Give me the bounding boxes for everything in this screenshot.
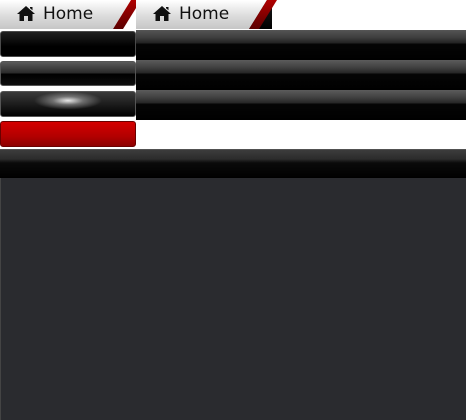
home-tab-1[interactable]: Home — [0, 0, 141, 30]
home-icon — [16, 5, 36, 22]
red-button[interactable] — [0, 121, 136, 147]
home-tab-label: Home — [43, 4, 94, 24]
dark-bar-3 — [136, 90, 466, 120]
home-tab-label: Home — [179, 4, 230, 24]
home-icon — [152, 5, 172, 22]
home-tab-2[interactable]: Home — [136, 0, 277, 30]
dark-bar-1 — [136, 30, 466, 60]
glow-button[interactable] — [0, 91, 136, 117]
content-panel — [0, 178, 466, 420]
dark-bar-2 — [136, 60, 466, 90]
gloss-button[interactable] — [0, 61, 136, 86]
black-button[interactable] — [0, 31, 136, 57]
toolbar-bar — [0, 149, 466, 178]
